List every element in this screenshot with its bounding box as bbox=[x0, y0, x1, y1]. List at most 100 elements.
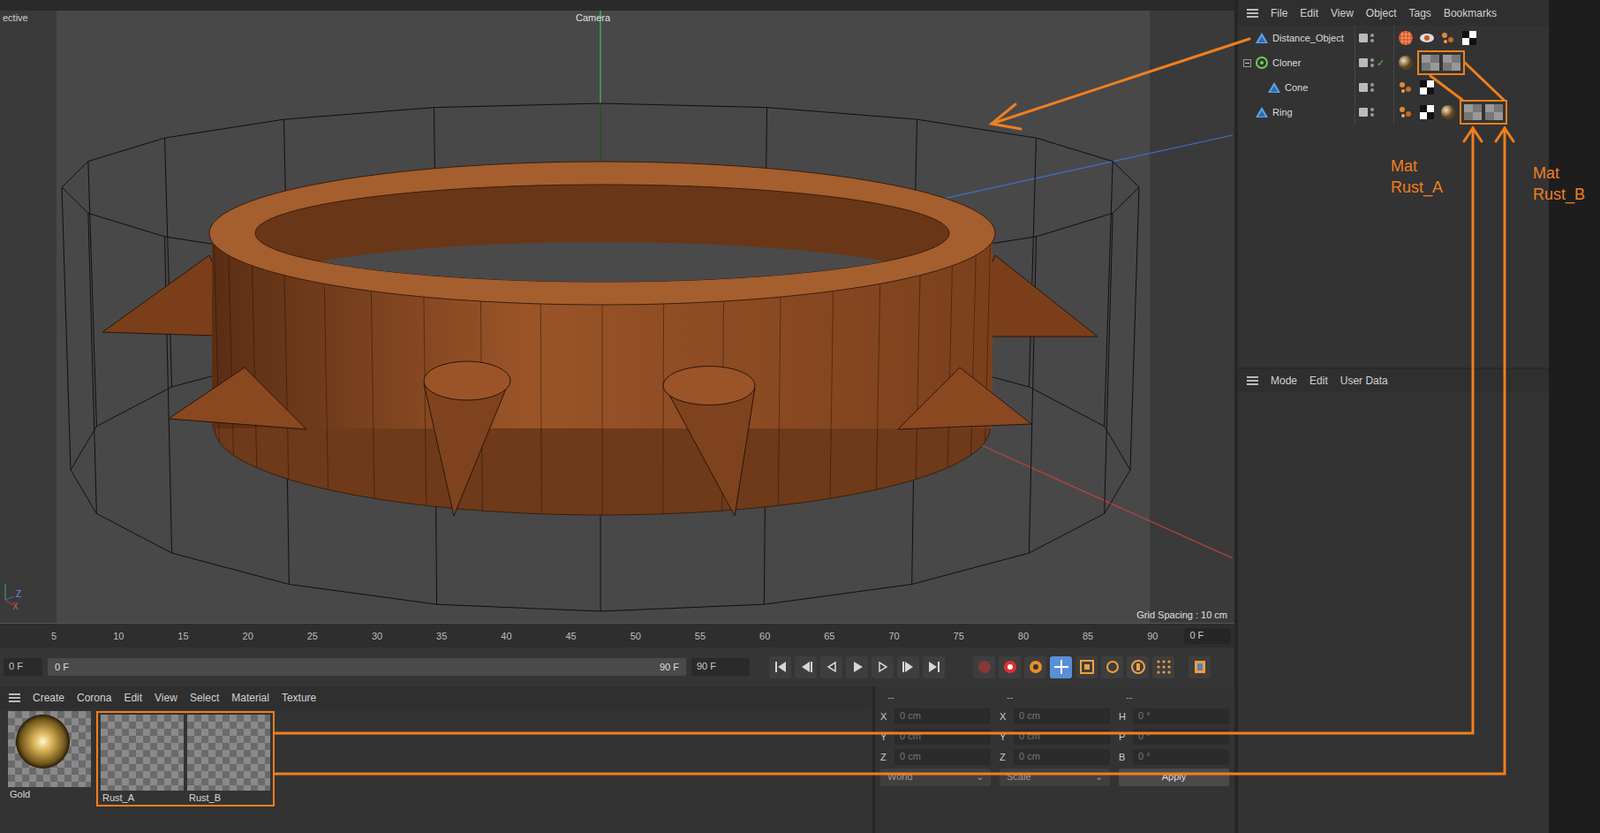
object-row[interactable]: Ring bbox=[1237, 99, 1549, 125]
menu-item[interactable]: View bbox=[154, 691, 178, 704]
object-name-cell[interactable]: Cloner bbox=[1237, 50, 1356, 76]
visibility-dots[interactable] bbox=[1370, 83, 1374, 92]
menu-item[interactable]: Bookmarks bbox=[1443, 7, 1497, 20]
start-frame-field[interactable]: 0 F bbox=[3, 657, 43, 676]
menu-icon[interactable] bbox=[1246, 376, 1259, 385]
object-name-cell[interactable]: Distance_Object bbox=[1237, 25, 1356, 51]
space-dropdown[interactable]: World⌄ bbox=[880, 768, 991, 786]
last-button[interactable] bbox=[922, 656, 945, 679]
layer-box[interactable] bbox=[1358, 83, 1368, 92]
camera-label[interactable]: Camera bbox=[575, 12, 611, 23]
material-tag-icon[interactable] bbox=[1420, 53, 1441, 72]
record-button[interactable] bbox=[973, 656, 996, 679]
viewport-scene[interactable] bbox=[0, 10, 1233, 623]
menu-item[interactable]: Edit bbox=[123, 691, 143, 704]
menu-item[interactable]: Tags bbox=[1409, 7, 1432, 20]
material-preview[interactable] bbox=[187, 714, 271, 791]
uv-tag-icon[interactable] bbox=[1459, 29, 1480, 47]
dots-button[interactable] bbox=[1152, 656, 1175, 679]
space-dropdown[interactable]: Scale⌄ bbox=[999, 768, 1110, 786]
first-button[interactable] bbox=[769, 656, 792, 679]
coordinate-field[interactable]: 0 cm bbox=[1013, 728, 1110, 745]
move-button[interactable] bbox=[1049, 656, 1072, 679]
menu-item[interactable]: Select bbox=[189, 691, 219, 704]
object-row[interactable]: Distance_Object bbox=[1237, 25, 1549, 51]
menu-item[interactable]: Create bbox=[32, 691, 65, 704]
visibility-dots[interactable] bbox=[1370, 33, 1374, 43]
prev-key-button[interactable] bbox=[794, 656, 817, 679]
menu-item[interactable]: User Data bbox=[1340, 374, 1389, 387]
object-name[interactable]: Cone bbox=[1284, 82, 1308, 93]
object-name-cell[interactable]: Cone bbox=[1237, 75, 1356, 100]
timeline-ruler[interactable]: 510152025303540455055606570758085900 F bbox=[0, 622, 1235, 648]
viewport[interactable]: ectiveCameraGrid Spacing : 10 cmZX bbox=[0, 10, 1235, 623]
visibility-dots[interactable] bbox=[1370, 58, 1374, 68]
object-name-cell[interactable]: Ring bbox=[1237, 99, 1356, 125]
object-name[interactable]: Ring bbox=[1272, 106, 1293, 118]
enabled-check[interactable]: ✓ bbox=[1376, 57, 1385, 69]
next-button[interactable] bbox=[871, 656, 894, 679]
menu-item[interactable]: Material bbox=[231, 691, 270, 704]
uv-tag-icon[interactable] bbox=[1417, 78, 1437, 97]
scale-button[interactable] bbox=[1075, 656, 1098, 679]
menu-item[interactable]: Edit bbox=[1299, 7, 1319, 20]
object-row[interactable]: Cone bbox=[1237, 75, 1549, 100]
coordinate-field[interactable]: 0 cm bbox=[1013, 708, 1110, 725]
menu-item[interactable]: View bbox=[1330, 7, 1354, 20]
menu-item[interactable]: Corona bbox=[76, 691, 112, 704]
param-button[interactable] bbox=[1126, 656, 1149, 679]
end-frame-field[interactable]: 90 F bbox=[691, 657, 750, 676]
coordinate-field[interactable]: 0 cm bbox=[894, 708, 991, 725]
range-slider[interactable]: 0 F90 F bbox=[47, 657, 687, 676]
current-frame-field[interactable]: 0 F bbox=[1184, 627, 1231, 644]
coordinate-field[interactable]: 0 cm bbox=[894, 728, 991, 745]
menu-item[interactable]: Object bbox=[1366, 7, 1397, 20]
prev-button[interactable] bbox=[820, 656, 843, 679]
layer-box[interactable] bbox=[1358, 107, 1368, 117]
play-button[interactable] bbox=[845, 656, 868, 679]
material-tag-icon[interactable] bbox=[1441, 53, 1462, 72]
coordinate-field[interactable]: 0 ° bbox=[1132, 748, 1230, 765]
layer-box[interactable] bbox=[1358, 33, 1368, 43]
sphere-tag-icon[interactable] bbox=[1438, 103, 1458, 121]
visibility-dots[interactable] bbox=[1370, 107, 1374, 117]
object-name[interactable]: Cloner bbox=[1272, 57, 1301, 68]
phong-tag-icon[interactable] bbox=[1438, 29, 1458, 47]
display-tag-icon[interactable] bbox=[1417, 29, 1437, 47]
collapse-toggle[interactable] bbox=[1243, 59, 1252, 68]
material-preview[interactable] bbox=[7, 710, 91, 787]
menu-icon[interactable] bbox=[1246, 8, 1259, 18]
layer-box[interactable] bbox=[1358, 58, 1368, 68]
phong-tag-icon[interactable] bbox=[1396, 103, 1416, 121]
rotate-button[interactable] bbox=[1101, 656, 1124, 679]
coordinate-field[interactable]: 0 cm bbox=[894, 748, 991, 765]
menu-icon[interactable] bbox=[8, 693, 21, 702]
material-item[interactable]: Rust_A bbox=[100, 714, 184, 803]
uv-tag-icon[interactable] bbox=[1417, 103, 1437, 121]
material-preview[interactable] bbox=[100, 714, 184, 791]
annotation-box bbox=[1459, 99, 1508, 125]
coordinate-field[interactable]: 0 ° bbox=[1132, 708, 1230, 725]
material-tag-icon[interactable] bbox=[1484, 103, 1504, 121]
menu-item[interactable]: File bbox=[1270, 7, 1288, 20]
keyframe-button[interactable] bbox=[1024, 656, 1047, 679]
sphere-tag-icon[interactable] bbox=[1396, 53, 1416, 72]
film-button[interactable] bbox=[1188, 656, 1211, 679]
menu-item[interactable]: Edit bbox=[1309, 374, 1329, 387]
ruler-tick: 60 bbox=[732, 630, 797, 642]
menu-item[interactable]: Mode bbox=[1270, 374, 1298, 387]
coordinate-field[interactable]: 0 cm bbox=[1013, 748, 1110, 765]
material-item[interactable]: Rust_B bbox=[187, 714, 271, 803]
material-tag-icon[interactable] bbox=[1463, 103, 1483, 121]
object-name[interactable]: Distance_Object bbox=[1272, 32, 1344, 44]
apply-button[interactable]: Apply bbox=[1118, 768, 1230, 786]
texture-tag-icon[interactable] bbox=[1396, 29, 1416, 47]
coordinate-field[interactable]: 0 ° bbox=[1132, 728, 1230, 745]
autokey-button[interactable] bbox=[998, 656, 1021, 679]
view-label[interactable]: ective bbox=[2, 12, 29, 23]
phong-tag-icon[interactable] bbox=[1396, 78, 1416, 97]
next-key-button[interactable] bbox=[897, 656, 920, 679]
object-row[interactable]: Cloner ✓ bbox=[1237, 50, 1549, 76]
menu-item[interactable]: Texture bbox=[281, 691, 317, 704]
material-item[interactable]: Gold bbox=[7, 710, 91, 807]
